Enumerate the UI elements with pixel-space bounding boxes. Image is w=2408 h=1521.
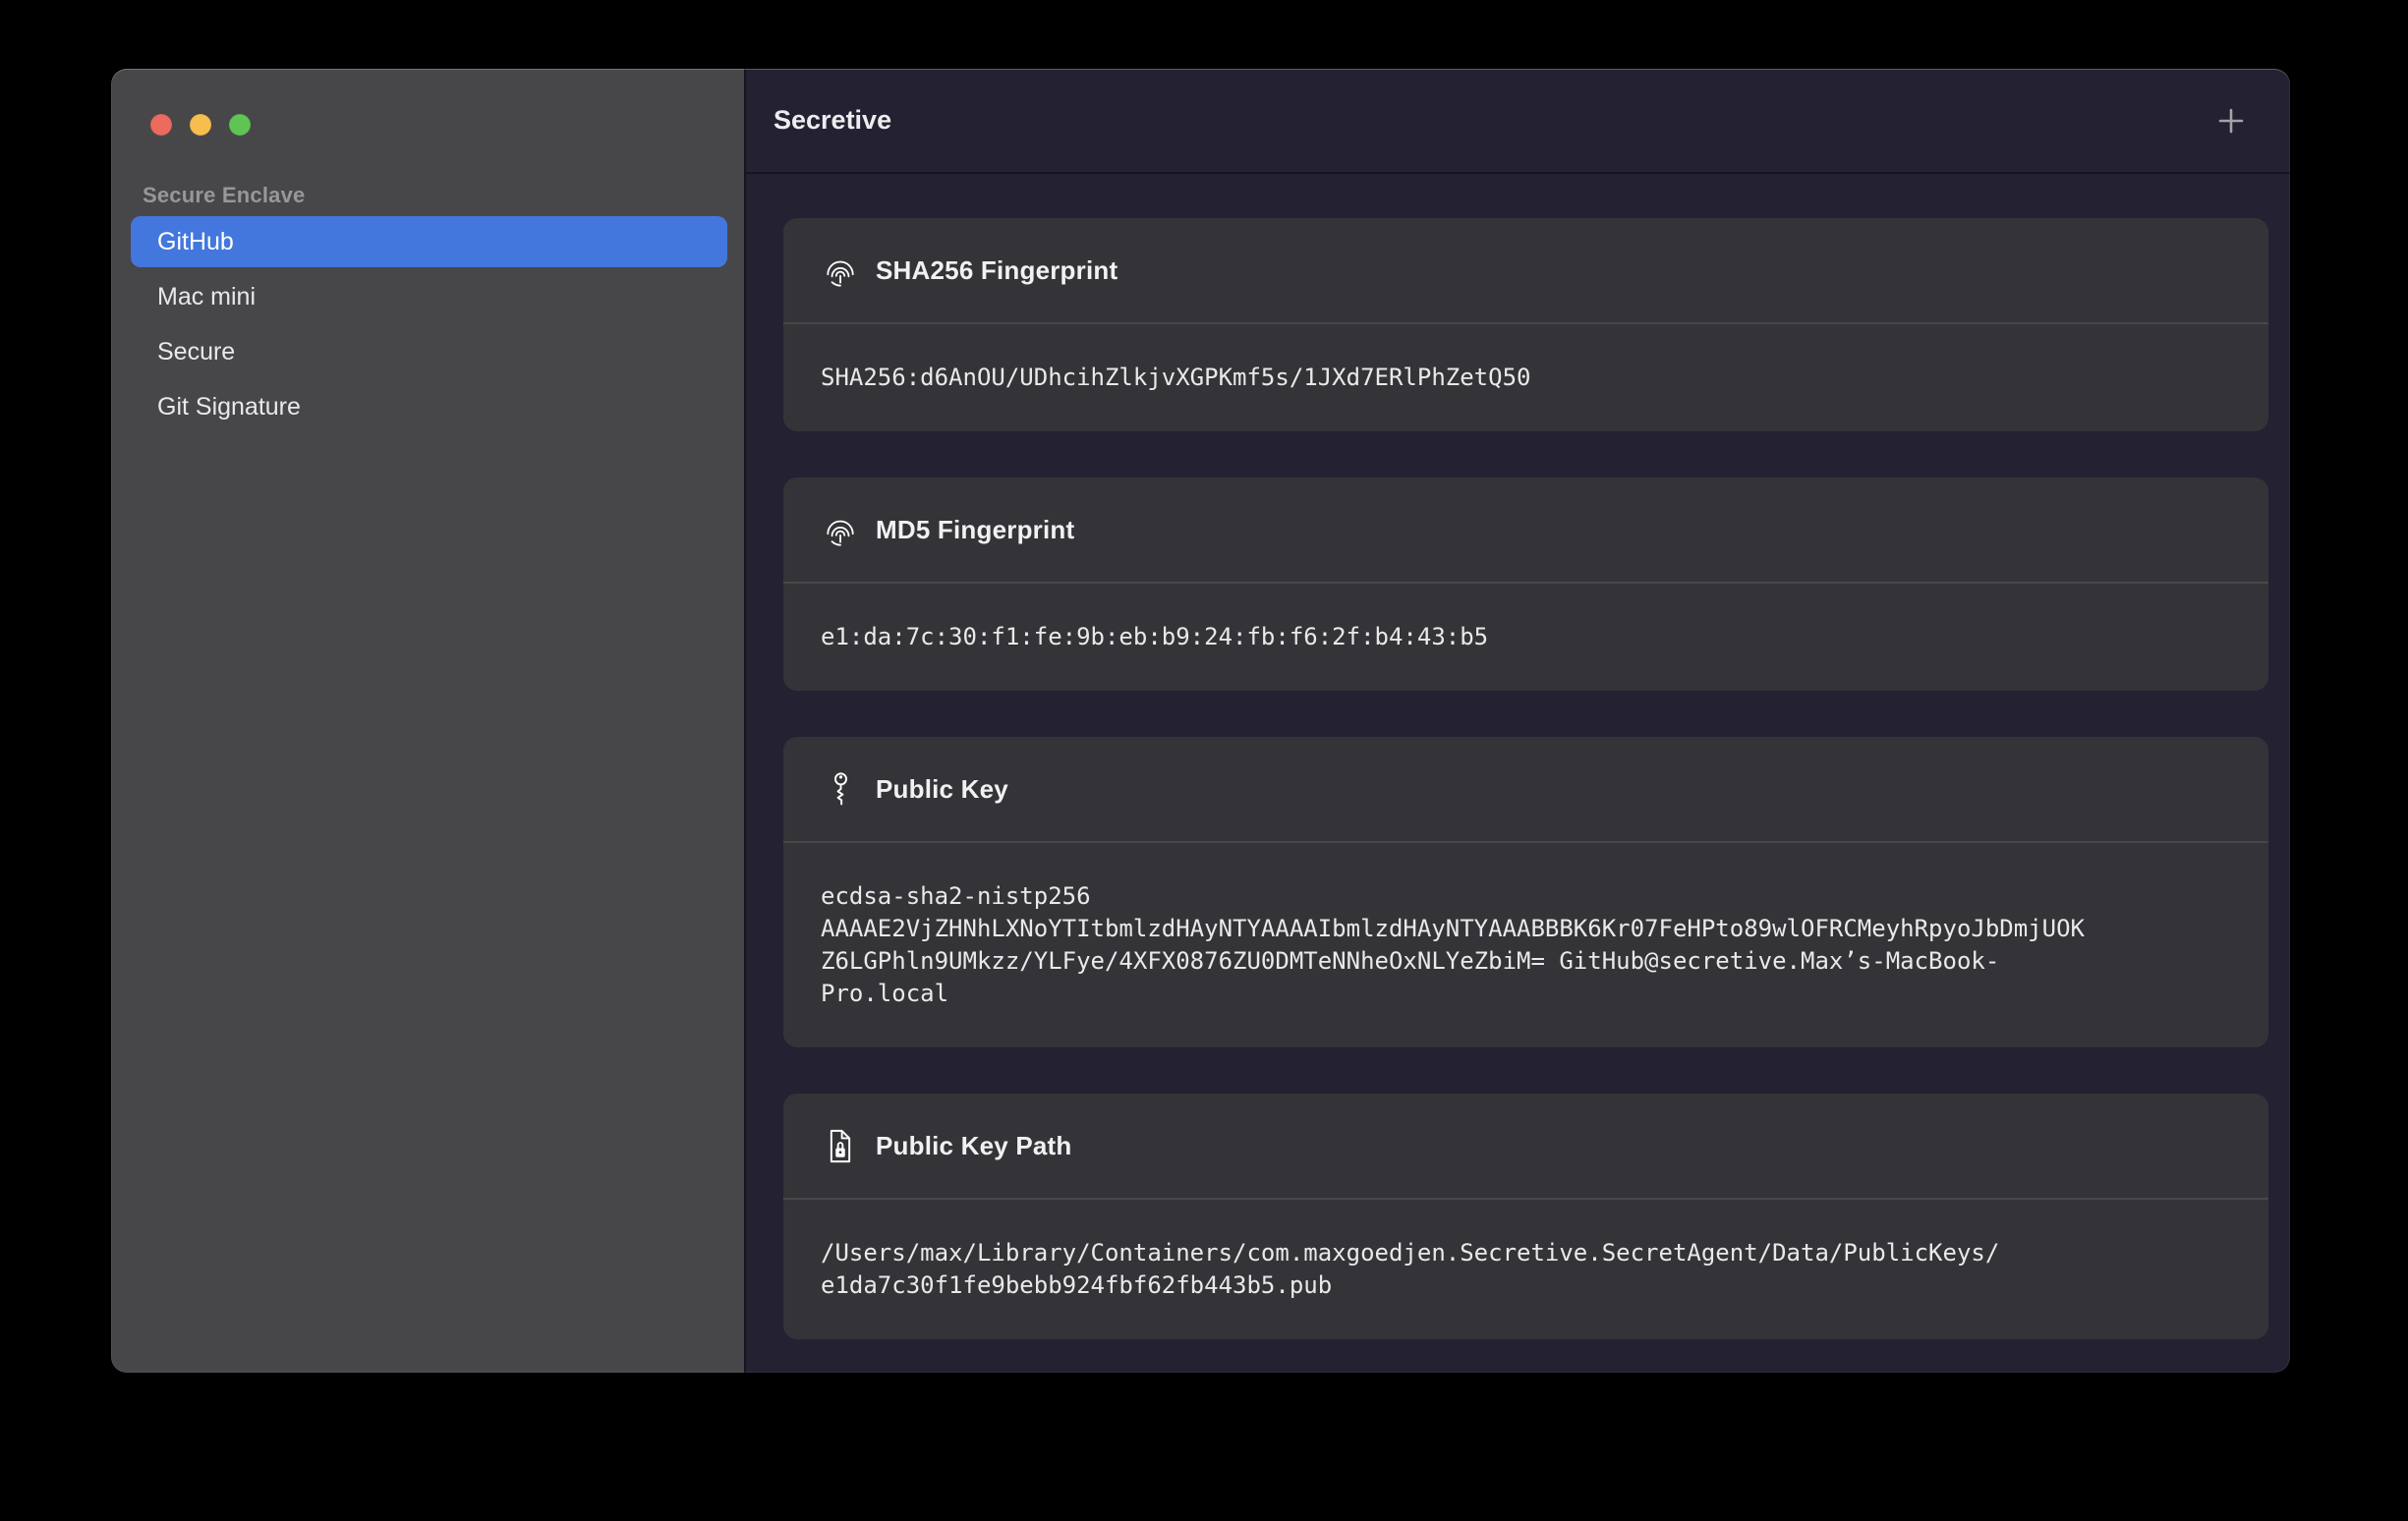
- sidebar-item-mac-mini[interactable]: Mac mini: [131, 271, 727, 322]
- value-line: ecdsa-sha2-nistp256: [821, 880, 2231, 913]
- traffic-lights: [150, 114, 251, 136]
- plus-icon: [2213, 103, 2249, 139]
- sidebar-item-label: Git Signature: [157, 393, 301, 422]
- sidebar-section-label: Secure Enclave: [143, 183, 305, 208]
- card-sha256-fingerprint: SHA256 Fingerprint SHA256:d6AnOU/UDhcihZ…: [783, 218, 2268, 431]
- zoom-button[interactable]: [229, 114, 251, 136]
- card-public-key-path: Public Key Path /Users/max/Library/Conta…: [783, 1094, 2268, 1339]
- sidebar: Secure Enclave GitHub Mac mini Secure Gi…: [111, 69, 744, 1373]
- sidebar-item-github[interactable]: GitHub: [131, 216, 727, 267]
- close-button[interactable]: [150, 114, 172, 136]
- card-header: Public Key Path: [783, 1094, 2268, 1200]
- key-icon: [821, 771, 860, 808]
- value-line: e1da7c30f1fe9bebb924fbf62fb443b5.pub: [821, 1269, 2231, 1302]
- value-line: Z6LGPhln9UMkzz/YLFye/4XFX0876ZU0DMTeNNhe…: [821, 945, 2231, 978]
- fingerprint-icon: [821, 512, 860, 547]
- sidebar-key-list: GitHub Mac mini Secure Git Signature: [131, 216, 727, 436]
- sha256-fingerprint-value: SHA256:d6AnOU/UDhcihZlkjvXGPKmf5s/1JXd7E…: [783, 324, 2268, 431]
- minimize-button[interactable]: [190, 114, 211, 136]
- card-header: SHA256 Fingerprint: [783, 218, 2268, 324]
- md5-fingerprint-value: e1:da:7c:30:f1:fe:9b:eb:b9:24:fb:f6:2f:b…: [783, 584, 2268, 691]
- add-key-button[interactable]: [2209, 99, 2253, 142]
- fingerprint-icon: [821, 253, 860, 288]
- card-title: SHA256 Fingerprint: [876, 255, 1118, 286]
- card-md5-fingerprint: MD5 Fingerprint e1:da:7c:30:f1:fe:9b:eb:…: [783, 478, 2268, 691]
- page-title: Secretive: [774, 105, 891, 136]
- card-title: Public Key Path: [876, 1131, 1072, 1161]
- sidebar-item-git-signature[interactable]: Git Signature: [131, 381, 727, 432]
- value-line: /Users/max/Library/Containers/com.maxgoe…: [821, 1237, 2231, 1269]
- sidebar-item-label: Secure: [157, 338, 235, 366]
- secretive-window: Secure Enclave GitHub Mac mini Secure Gi…: [111, 69, 2290, 1373]
- value-line: Pro.local: [821, 978, 2231, 1010]
- value-line: SHA256:d6AnOU/UDhcihZlkjvXGPKmf5s/1JXd7E…: [821, 362, 2231, 394]
- card-header: Public Key: [783, 737, 2268, 843]
- key-detail-panel: SHA256 Fingerprint SHA256:d6AnOU/UDhcihZ…: [746, 174, 2290, 1373]
- card-title: Public Key: [876, 774, 1008, 805]
- value-line: e1:da:7c:30:f1:fe:9b:eb:b9:24:fb:f6:2f:b…: [821, 621, 2231, 653]
- public-key-value: ecdsa-sha2-nistp256 AAAAE2VjZHNhLXNoYTIt…: [783, 843, 2268, 1047]
- sidebar-item-label: Mac mini: [157, 283, 256, 311]
- value-line: AAAAE2VjZHNhLXNoYTItbmlzdHAyNTYAAAAIbmlz…: [821, 913, 2231, 945]
- public-key-path-value: /Users/max/Library/Containers/com.maxgoe…: [783, 1200, 2268, 1339]
- doc-lock-icon: [821, 1129, 860, 1163]
- sidebar-item-label: GitHub: [157, 228, 234, 256]
- main-pane: Secretive: [746, 69, 2290, 1373]
- main-header: Secretive: [746, 69, 2290, 174]
- sidebar-item-secure[interactable]: Secure: [131, 326, 727, 377]
- card-header: MD5 Fingerprint: [783, 478, 2268, 584]
- card-public-key: Public Key ecdsa-sha2-nistp256 AAAAE2VjZ…: [783, 737, 2268, 1047]
- card-title: MD5 Fingerprint: [876, 515, 1074, 545]
